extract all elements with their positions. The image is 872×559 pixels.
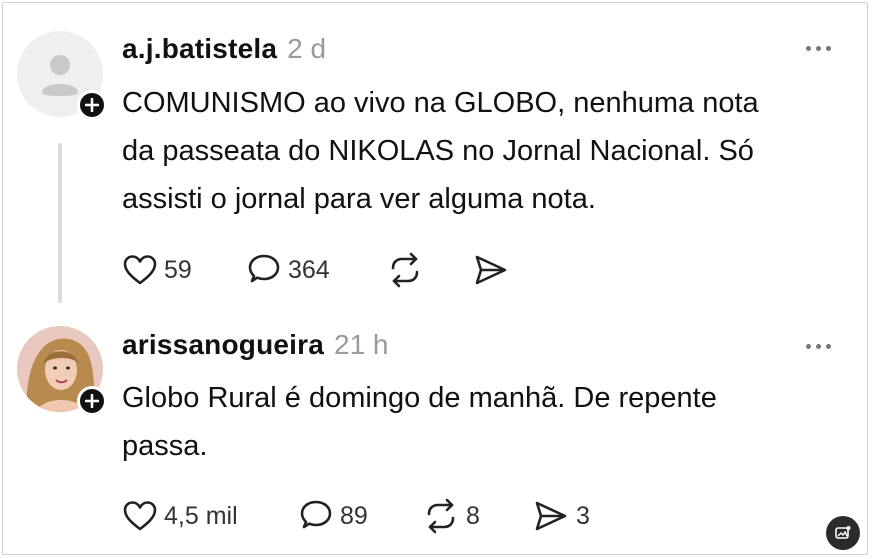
- like-button[interactable]: 4,5 mil: [122, 500, 298, 532]
- heart-icon: [123, 501, 157, 531]
- timestamp: 21 h: [334, 329, 389, 360]
- repost-button[interactable]: [386, 252, 472, 288]
- repost-icon: [427, 498, 455, 534]
- like-count: 4,5 mil: [164, 501, 238, 530]
- reply-count: 364: [288, 255, 330, 284]
- username[interactable]: a.j.batistela: [122, 33, 277, 65]
- post-header: a.j.batistela 2 d: [122, 33, 326, 65]
- comment-icon: [248, 254, 280, 283]
- post-text: COMUNISMO ao vivo na GLOBO, nenhuma nota…: [122, 79, 842, 223]
- post-text-line: COMUNISMO ao vivo na GLOBO, nenhuma nota: [122, 87, 759, 119]
- follow-plus-icon[interactable]: [77, 386, 107, 416]
- post-actions: 4,5 mil 89 8 3: [122, 498, 590, 534]
- like-count: 59: [164, 255, 192, 284]
- post-text-line: assisti o jornal para ver alguma nota.: [122, 183, 596, 215]
- post-1: a.j.batistela 2 d COMUNISMO ao vivo na G…: [0, 0, 872, 310]
- post-text-line: da passeata do NIKOLAS no Jornal Naciona…: [122, 135, 754, 167]
- share-button[interactable]: [472, 253, 516, 287]
- share-icon: [535, 501, 567, 531]
- post-text: Globo Rural é domingo de manhã. De repen…: [122, 374, 842, 470]
- post-header: arissanogueira 21 h: [122, 329, 389, 361]
- reply-button[interactable]: 364: [246, 253, 386, 287]
- share-count: 3: [576, 501, 590, 530]
- repost-count: 8: [466, 501, 480, 530]
- comment-icon: [300, 500, 332, 529]
- repost-button[interactable]: 8: [422, 498, 532, 534]
- timestamp: 2 d: [287, 33, 327, 64]
- repost-icon: [391, 252, 419, 288]
- follow-plus-icon[interactable]: [77, 90, 107, 120]
- thread-line: [58, 143, 62, 303]
- share-icon: [475, 255, 507, 285]
- post-actions: 59 364: [122, 252, 516, 288]
- username[interactable]: arissanogueira: [122, 329, 324, 361]
- post-text-line: Globo Rural é domingo de manhã. De repen…: [122, 382, 717, 414]
- heart-icon: [123, 255, 157, 285]
- post-text-line: passa.: [122, 430, 208, 462]
- reply-count: 89: [340, 501, 368, 530]
- reply-button[interactable]: 89: [298, 499, 422, 533]
- like-button[interactable]: 59: [122, 254, 246, 286]
- more-icon[interactable]: [806, 42, 840, 54]
- post-2: arissanogueira 21 h Globo Rural é doming…: [0, 310, 872, 559]
- more-icon[interactable]: [806, 340, 840, 352]
- share-button[interactable]: 3: [532, 499, 590, 533]
- image-badge-icon[interactable]: [826, 516, 860, 550]
